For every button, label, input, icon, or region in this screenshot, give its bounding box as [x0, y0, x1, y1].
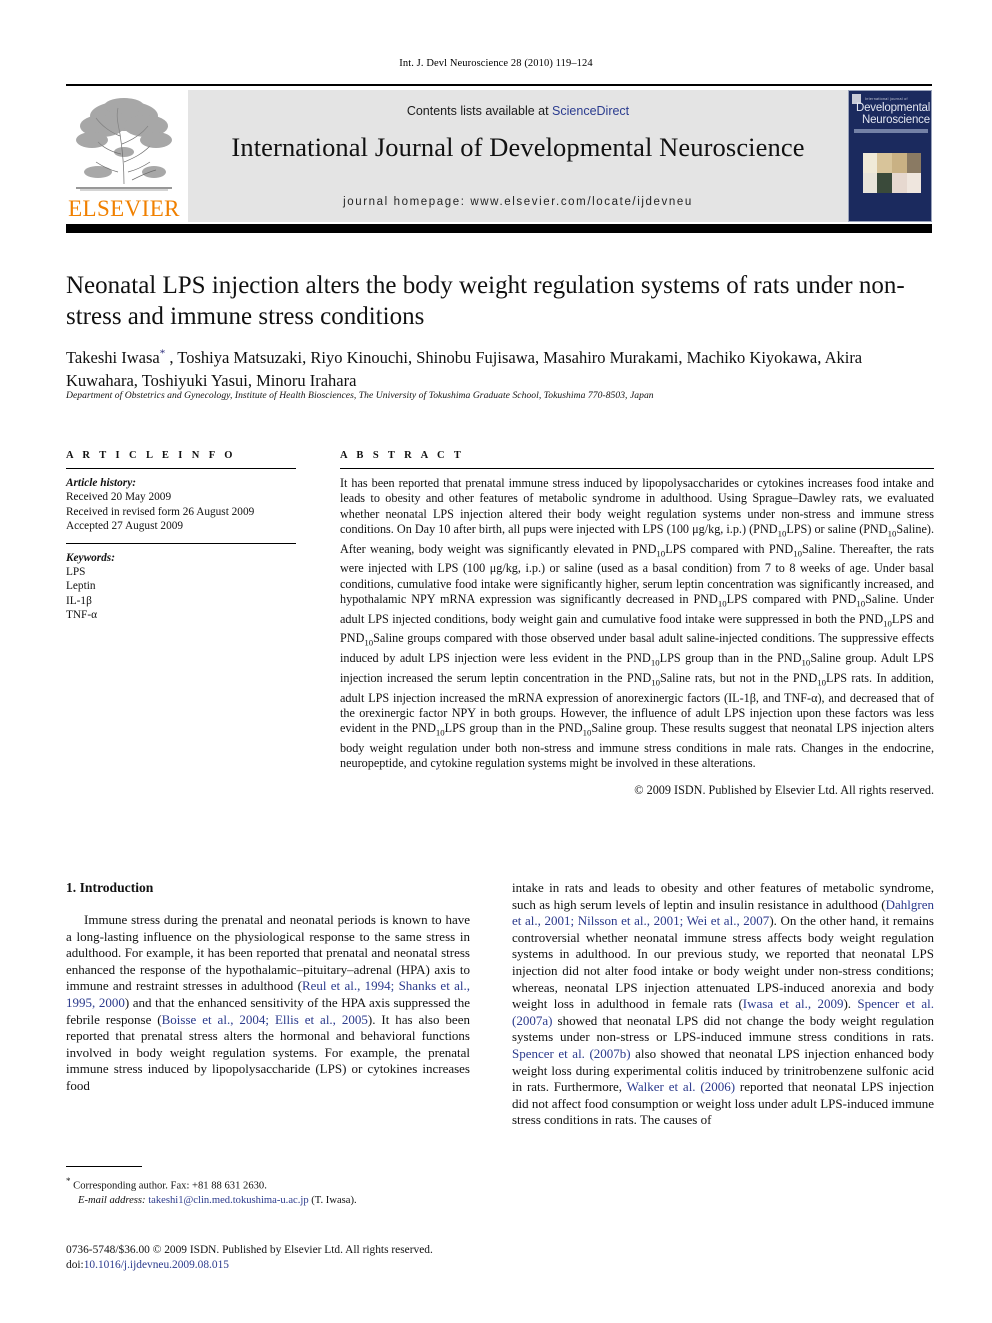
- cover-title-line1: Developmental: [856, 102, 931, 114]
- article-history-label: Article history:: [66, 477, 136, 489]
- body-column-left: 1. Introduction Immune stress during the…: [66, 880, 470, 1095]
- article-info-column: A R T I C L E I N F O Article history: R…: [66, 450, 296, 623]
- citation-link[interactable]: Spencer et al. (2007a): [512, 996, 934, 1028]
- affiliation: Department of Obstetrics and Gynecology,…: [66, 390, 654, 401]
- section-heading-introduction: 1. Introduction: [66, 880, 154, 895]
- citation-link[interactable]: Boisse et al., 2004; Ellis et al., 2005: [162, 1012, 368, 1027]
- email-suffix: (T. Iwasa).: [311, 1194, 357, 1206]
- abstract-subscript: 10: [435, 727, 445, 738]
- issn-line: 0736-5748/$36.00 © 2009 ISDN. Published …: [66, 1244, 433, 1256]
- journal-cover-thumbnail: International journal of Developmental N…: [848, 90, 932, 222]
- author-list: Takeshi Iwasa* , Toshiya Matsuzaki, Riyo…: [66, 342, 934, 392]
- abstract-subscript: 10: [364, 637, 374, 648]
- article-info-rule: [66, 468, 296, 469]
- cover-title-line2: Neuroscience: [862, 114, 930, 126]
- abstract-subscript: 10: [793, 548, 802, 559]
- footnote-divider: [66, 1166, 142, 1167]
- history-item: Received in revised form 26 August 2009: [66, 505, 255, 518]
- citation-link[interactable]: Dahlgren et al., 2001; Nilsson et al., 2…: [512, 897, 934, 929]
- issn-copyright-block: 0736-5748/$36.00 © 2009 ISDN. Published …: [66, 1243, 546, 1273]
- abstract-subscript: 10: [887, 528, 897, 539]
- keyword-item: Leptin: [66, 580, 96, 593]
- keywords-label: Keywords:: [66, 551, 115, 564]
- doi-link[interactable]: 10.1016/j.ijdevneu.2009.08.015: [84, 1259, 229, 1271]
- doi-label: doi:: [66, 1259, 84, 1271]
- citation-link[interactable]: Reul et al., 1994; Shanks et al., 1995, …: [66, 978, 470, 1010]
- abstract-subscript: 10: [717, 598, 727, 609]
- citation-link[interactable]: Spencer et al. (2007b): [512, 1046, 631, 1061]
- contents-lists-prefix: Contents lists available at: [406, 104, 553, 118]
- abstract-heading: A B S T R A C T: [340, 450, 465, 461]
- history-item: Received 20 May 2009: [66, 491, 172, 504]
- abstract-subscript: 10: [883, 618, 892, 629]
- abstract-column: A B S T R A C T It has been reported tha…: [340, 450, 934, 798]
- abstract-subscript: 10: [651, 677, 660, 688]
- email-label: E-mail address:: [78, 1194, 146, 1206]
- running-head: Int. J. Devl Neuroscience 28 (2010) 119–…: [399, 58, 593, 69]
- elsevier-wordmark: ELSEVIER: [68, 196, 180, 221]
- abstract-subscript: 10: [817, 677, 827, 688]
- abstract-subscript: 10: [801, 657, 811, 668]
- article-history-block: Article history: Received 20 May 2009 Re…: [66, 476, 296, 534]
- masthead-dark-band: [66, 224, 932, 233]
- article-info-heading: A R T I C L E I N F O: [66, 450, 236, 461]
- intro-paragraph-left: Immune stress during the prenatal and ne…: [66, 912, 470, 1093]
- keywords-block: Keywords: LPS Leptin IL-1β TNF-α: [66, 551, 296, 623]
- intro-paragraph-right: intake in rats and leads to obesity and …: [512, 880, 934, 1128]
- keyword-item: TNF-α: [66, 609, 98, 622]
- abstract-subscript: 10: [656, 548, 666, 559]
- contents-lists-line: Contents lists available at ScienceDirec…: [188, 104, 848, 118]
- keywords-rule: [66, 542, 296, 544]
- cover-kicker: International journal of: [865, 97, 908, 101]
- abstract-text: It has been reported that prenatal immun…: [340, 476, 934, 771]
- email-line: E-mail address: takeshi1@clin.med.tokush…: [66, 1194, 486, 1208]
- journal-masthead: ELSEVIER Contents lists available at Sci…: [66, 84, 932, 224]
- journal-banner: Contents lists available at ScienceDirec…: [188, 90, 848, 222]
- keyword-item: IL-1β: [66, 594, 92, 607]
- abstract-subscript: 10: [777, 528, 787, 539]
- author-names: Takeshi Iwasa* , Toshiya Matsuzaki, Riyo…: [66, 347, 863, 390]
- corresponding-author-note: * Corresponding author. Fax: +81 88 631 …: [66, 1174, 486, 1194]
- sciencedirect-link[interactable]: ScienceDirect: [552, 104, 629, 118]
- email-link[interactable]: takeshi1@clin.med.tokushima-u.ac.jp: [148, 1195, 308, 1206]
- citation-link[interactable]: Iwasa et al., 2009: [743, 996, 844, 1011]
- cover-subtitle-bar: [854, 129, 928, 133]
- abstract-copyright: © 2009 ISDN. Published by Elsevier Ltd. …: [634, 782, 934, 797]
- body-column-right: intake in rats and leads to obesity and …: [512, 880, 934, 1129]
- footnote-block: * Corresponding author. Fax: +81 88 631 …: [66, 1174, 486, 1208]
- history-item: Accepted 27 August 2009: [66, 520, 184, 533]
- abstract-rule: [340, 468, 934, 469]
- corresponding-author-marker: *: [159, 347, 166, 359]
- paper-page: Int. J. Devl Neuroscience 28 (2010) 119–…: [0, 0, 992, 1323]
- doi-line: doi:10.1016/j.ijdevneu.2009.08.015: [66, 1258, 546, 1273]
- corresponding-author-text: Corresponding author. Fax: +81 88 631 26…: [73, 1180, 267, 1192]
- cover-image-grid: [863, 153, 921, 193]
- abstract-subscript: 10: [582, 727, 592, 738]
- page-title: Neonatal LPS injection alters the body w…: [66, 272, 905, 330]
- footnote-asterisk-icon: *: [66, 1176, 71, 1186]
- elsevier-logo: ELSEVIER: [66, 90, 182, 222]
- journal-homepage-link[interactable]: journal homepage: www.elsevier.com/locat…: [188, 196, 848, 208]
- citation-link[interactable]: Walker et al. (2006): [627, 1079, 735, 1094]
- abstract-subscript: 10: [856, 598, 866, 609]
- elsevier-tree-icon: [70, 92, 178, 192]
- journal-title: International Journal of Developmental N…: [231, 132, 805, 162]
- abstract-subscript: 10: [650, 657, 660, 668]
- keyword-item: LPS: [66, 566, 86, 579]
